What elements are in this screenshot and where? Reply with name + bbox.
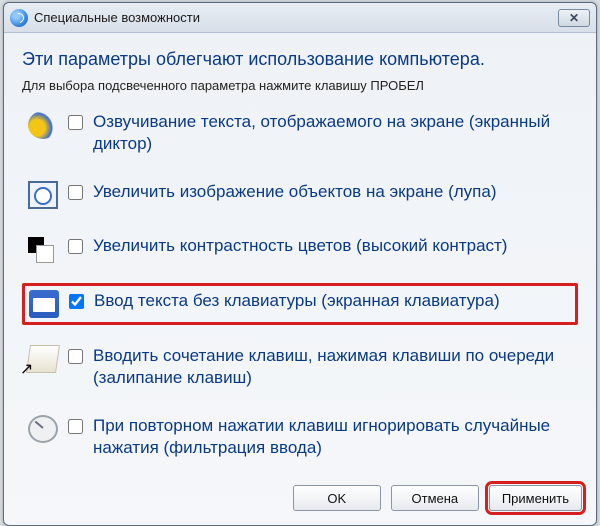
contrast-icon xyxy=(28,235,58,263)
on-screen-keyboard-label: Ввод текста без клавиатуры (экранная кла… xyxy=(94,290,500,312)
window-title: Специальные возможности xyxy=(34,10,200,25)
sticky-keys-label: Вводить сочетание клавиш, нажимая клавиш… xyxy=(93,345,572,389)
option-magnifier: Увеличить изображение объектов на экране… xyxy=(22,175,578,215)
close-icon: ✕ xyxy=(569,11,579,25)
dialog-content: Эти параметры облегчают использование ко… xyxy=(4,33,596,475)
narrator-checkbox[interactable] xyxy=(68,115,83,130)
accessibility-icon xyxy=(10,9,28,27)
magnifier-label: Увеличить изображение объектов на экране… xyxy=(93,181,497,203)
timer-icon xyxy=(28,415,58,443)
close-button[interactable]: ✕ xyxy=(558,9,590,27)
sticky-keys-checkbox[interactable] xyxy=(68,349,83,364)
high-contrast-label: Увеличить контрастность цветов (высокий … xyxy=(93,235,507,257)
dialog-subheading: Для выбора подсвеченного параметра нажми… xyxy=(22,78,578,93)
narrator-label: Озвучивание текста, отображаемого на экр… xyxy=(93,111,572,155)
ok-button[interactable]: OK xyxy=(293,485,381,511)
option-filter-keys: При повторном нажатии клавиш игнорироват… xyxy=(22,409,578,465)
option-high-contrast: Увеличить контрастность цветов (высокий … xyxy=(22,229,578,269)
keyboard-icon xyxy=(29,290,59,318)
cancel-button[interactable]: Отмена xyxy=(391,485,479,511)
options-list: Озвучивание текста, отображаемого на экр… xyxy=(22,105,578,465)
titlebar: Специальные возможности ✕ xyxy=(4,3,596,33)
magnifier-icon xyxy=(28,181,58,209)
filter-keys-label: При повторном нажатии клавиш игнорироват… xyxy=(93,415,572,459)
apply-button[interactable]: Применить xyxy=(489,485,582,511)
sticky-keys-icon xyxy=(26,345,60,373)
filter-keys-checkbox[interactable] xyxy=(68,419,83,434)
dialog-heading: Эти параметры облегчают использование ко… xyxy=(22,49,578,70)
option-on-screen-keyboard: Ввод текста без клавиатуры (экранная кла… xyxy=(22,283,578,325)
option-narrator: Озвучивание текста, отображаемого на экр… xyxy=(22,105,578,161)
speaker-icon xyxy=(28,111,58,139)
on-screen-keyboard-checkbox[interactable] xyxy=(69,294,84,309)
dialog-buttons: OK Отмена Применить xyxy=(4,475,596,525)
option-sticky-keys: Вводить сочетание клавиш, нажимая клавиш… xyxy=(22,339,578,395)
high-contrast-checkbox[interactable] xyxy=(68,239,83,254)
magnifier-checkbox[interactable] xyxy=(68,185,83,200)
accessibility-dialog: Специальные возможности ✕ Эти параметры … xyxy=(3,2,597,526)
